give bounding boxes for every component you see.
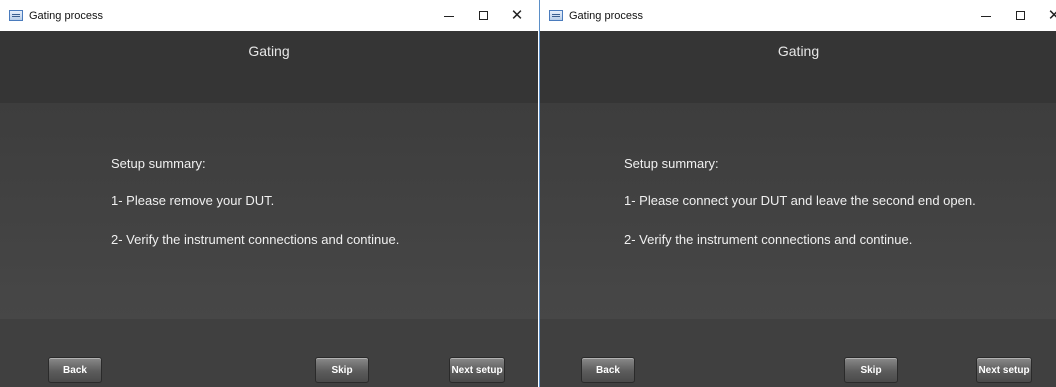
summary-step-1: 1- Please connect your DUT and leave the… bbox=[624, 193, 976, 208]
summary-step-2: 2- Verify the instrument connections and… bbox=[111, 232, 400, 247]
content-area: Setup summary: 1- Please remove your DUT… bbox=[0, 103, 538, 319]
minimize-icon bbox=[444, 16, 454, 17]
back-button[interactable]: Back bbox=[581, 357, 635, 383]
window-controls: ✕ bbox=[969, 0, 1056, 31]
close-button[interactable]: ✕ bbox=[500, 0, 534, 31]
skip-button[interactable]: Skip bbox=[844, 357, 898, 383]
page-title: Gating bbox=[248, 43, 290, 59]
skip-button[interactable]: Skip bbox=[315, 357, 369, 383]
close-icon: ✕ bbox=[510, 6, 524, 24]
minimize-icon bbox=[981, 16, 991, 17]
minimize-button[interactable] bbox=[432, 0, 466, 31]
back-button[interactable]: Back bbox=[48, 357, 102, 383]
next-setup-button[interactable]: Next setup bbox=[449, 357, 505, 383]
window-title: Gating process bbox=[29, 9, 103, 22]
window-controls: ✕ bbox=[432, 0, 534, 31]
content-area: Setup summary: 1- Please connect your DU… bbox=[540, 103, 1056, 319]
header-band: Gating bbox=[540, 31, 1056, 103]
summary-step-2: 2- Verify the instrument connections and… bbox=[624, 232, 913, 247]
maximize-icon bbox=[478, 11, 488, 20]
window-title: Gating process bbox=[569, 9, 643, 22]
minimize-button[interactable] bbox=[969, 0, 1003, 31]
gating-window-right: Gating process ✕ Gating Setup summary: 1… bbox=[539, 0, 1056, 387]
maximize-button[interactable] bbox=[1003, 0, 1037, 31]
close-button[interactable]: ✕ bbox=[1037, 0, 1056, 31]
summary-heading: Setup summary: bbox=[111, 156, 206, 171]
maximize-icon bbox=[1015, 11, 1025, 20]
footer-bar: Back Skip Next setup bbox=[540, 319, 1056, 387]
summary-step-1: 1- Please remove your DUT. bbox=[111, 193, 275, 208]
close-icon: ✕ bbox=[1048, 8, 1056, 23]
header-band: Gating bbox=[0, 31, 538, 103]
title-bar[interactable]: Gating process ✕ bbox=[540, 0, 1056, 31]
app-icon bbox=[549, 10, 563, 21]
summary-heading: Setup summary: bbox=[624, 156, 719, 171]
app-icon bbox=[9, 10, 23, 21]
page-title: Gating bbox=[777, 43, 820, 59]
footer-bar: Back Skip Next setup bbox=[0, 319, 538, 387]
gating-window-left: Gating process ✕ Gating Setup summary: 1… bbox=[0, 0, 538, 387]
title-bar[interactable]: Gating process ✕ bbox=[0, 0, 538, 31]
maximize-button[interactable] bbox=[466, 0, 500, 31]
next-setup-button[interactable]: Next setup bbox=[976, 357, 1032, 383]
